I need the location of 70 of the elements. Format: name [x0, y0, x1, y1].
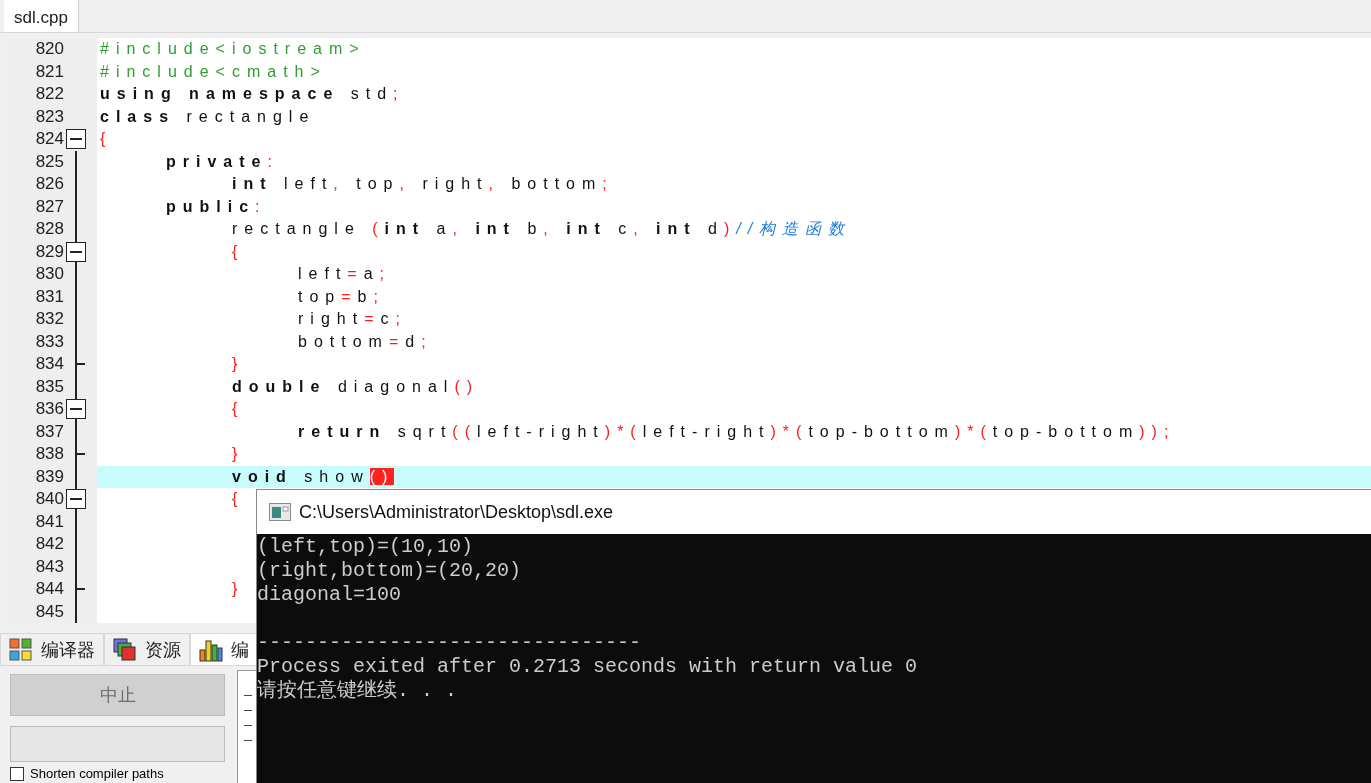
code-line: class rectangle: [100, 106, 316, 127]
code-line: left=a;: [297, 264, 392, 285]
line-number: 821: [34, 60, 64, 83]
overlapping-squares-icon: [113, 637, 137, 662]
code-line: top=b;: [297, 286, 385, 307]
code-line: public:: [165, 196, 267, 217]
panel-tab[interactable]: 编译器: [0, 633, 104, 665]
code-line: {: [231, 399, 245, 420]
console-output: (left,top)=(10,10): [257, 535, 475, 559]
collapse-icon[interactable]: [66, 241, 86, 262]
panel-tab[interactable]: 资源: [104, 633, 190, 665]
line-number: 826: [34, 173, 64, 195]
code-line: {: [231, 489, 245, 510]
code-line: #include<iostream>: [100, 39, 366, 60]
line-number: 841: [34, 510, 64, 533]
code-line: right=c;: [297, 309, 407, 330]
code-line: return sqrt((left-right)*(left-right)*(top-bottom)*(top-bottom));: [297, 421, 1176, 442]
line-number: 839: [34, 465, 64, 488]
code-line: rectangle (int a, int b, int c, int d)//构造函数: [231, 219, 852, 240]
code-line: }: [231, 354, 245, 375]
bar-chart-icon: [199, 637, 223, 662]
code-line: #include<cmath>: [100, 61, 327, 82]
code-line: {: [100, 129, 113, 150]
line-number: 824: [34, 128, 64, 150]
console-app-icon: [269, 503, 291, 521]
console-output: (right,bottom)=(20,20): [257, 559, 523, 583]
collapse-icon[interactable]: [66, 489, 86, 509]
code-line: double diagonal(): [231, 376, 480, 397]
line-number: 843: [34, 555, 64, 578]
window-title: C:\Users\Administrator\Desktop\sdl.exe: [299, 501, 614, 523]
line-number: 823: [34, 105, 64, 128]
code-line: }: [231, 579, 245, 600]
collapse-icon[interactable]: [66, 129, 86, 149]
code-line: private:: [165, 151, 279, 172]
separator-line: --------------------------------: [257, 631, 643, 655]
checkbox-label: Shorten compiler paths: [30, 766, 164, 781]
line-number: 838: [34, 443, 64, 465]
line-number: 836: [34, 398, 64, 420]
code-line: void show(): [231, 466, 395, 487]
code-line: bottom=d;: [297, 331, 433, 352]
code-line: {: [231, 241, 245, 262]
line-number: 820: [34, 38, 64, 60]
line-number: 842: [34, 533, 64, 555]
line-number: 829: [34, 240, 64, 263]
line-number: 822: [34, 83, 64, 105]
line-number: 828: [34, 218, 64, 240]
collapse-icon[interactable]: [66, 399, 86, 419]
line-number: 832: [34, 308, 64, 330]
line-number: 825: [34, 150, 64, 173]
console-output: diagonal=100: [257, 583, 403, 607]
code-line: }: [231, 444, 245, 465]
input-field[interactable]: [10, 726, 225, 762]
line-number: 827: [34, 195, 64, 218]
line-number: 835: [34, 375, 64, 398]
code-line: using namespace std;: [100, 84, 405, 105]
console-output: Process exited after 0.2713 seconds with return value 0: [257, 655, 919, 679]
panel-tab[interactable]: 编: [190, 633, 258, 665]
line-number: 833: [34, 330, 64, 353]
line-number: 837: [34, 420, 64, 443]
line-number: 844: [34, 578, 64, 600]
console-output: 请按任意键继续. . .: [257, 679, 458, 703]
line-number: 831: [34, 285, 64, 308]
checkbox[interactable]: [10, 766, 24, 781]
line-number: 845: [34, 600, 64, 623]
file-tab[interactable]: sdl.cpp: [4, 0, 79, 32]
line-number: 834: [34, 353, 64, 375]
grid-icon: [9, 637, 33, 662]
code-line: int left, top, right, bottom;: [231, 174, 614, 195]
line-number: 830: [34, 263, 64, 285]
line-number: 840: [34, 488, 64, 510]
